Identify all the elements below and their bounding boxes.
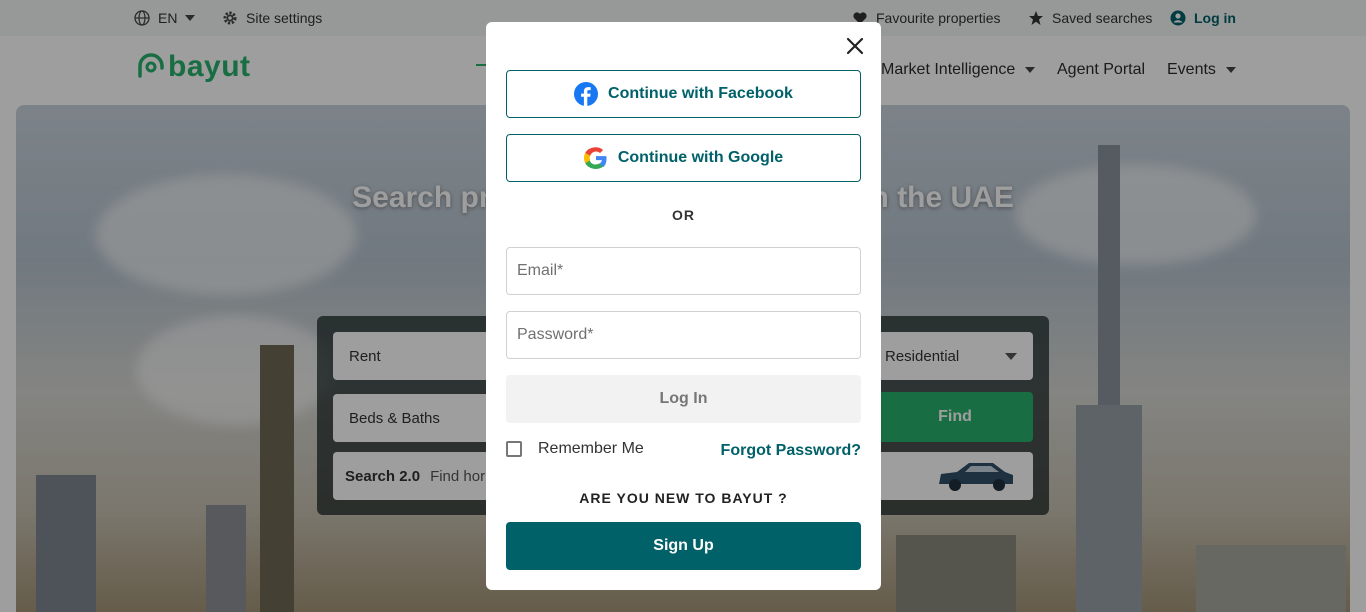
- new-to-bayut-text: ARE YOU NEW TO BAYUT ?: [579, 490, 788, 506]
- remember-me-checkbox[interactable]: [506, 441, 522, 457]
- remember-me-label: Remember Me: [538, 440, 644, 457]
- sign-up-label: Sign Up: [653, 537, 714, 554]
- google-icon: [583, 147, 607, 169]
- password-field[interactable]: [506, 311, 861, 359]
- forgot-password-link[interactable]: Forgot Password?: [721, 442, 861, 460]
- remember-me: Remember Me: [506, 440, 644, 458]
- close-icon[interactable]: [845, 36, 865, 56]
- login-button-label: Log In: [659, 390, 708, 407]
- email-field[interactable]: [506, 247, 861, 295]
- facebook-label: Continue with Facebook: [608, 85, 793, 102]
- facebook-icon: [574, 82, 599, 106]
- login-modal: Continue with Facebook Continue with Goo…: [486, 22, 881, 590]
- sign-up-button[interactable]: Sign Up: [506, 522, 861, 570]
- login-button[interactable]: Log In: [506, 375, 861, 423]
- google-label: Continue with Google: [617, 149, 784, 166]
- continue-with-google-button[interactable]: Continue with Google: [506, 134, 861, 182]
- or-divider: OR: [672, 207, 695, 223]
- continue-with-facebook-button[interactable]: Continue with Facebook: [506, 70, 861, 118]
